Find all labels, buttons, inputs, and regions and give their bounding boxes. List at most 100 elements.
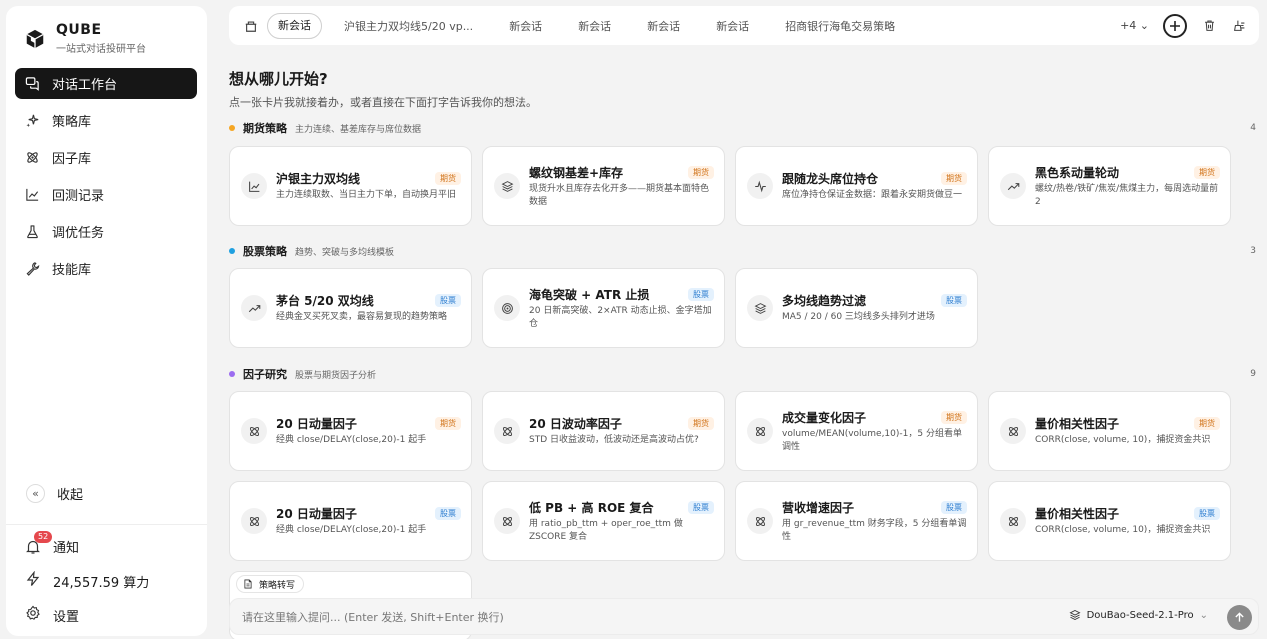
- factor-card[interactable]: 低 PB + 高 ROE 复合 用 ratio_pb_ttm + oper_ro…: [482, 481, 725, 561]
- tab-session[interactable]: 沪银主力双均线5/20 vp...: [326, 18, 491, 34]
- card-description: volume/MEAN(volume,10)-1，5 分组看单调性: [782, 429, 962, 452]
- tab-session[interactable]: 新会话: [491, 18, 560, 34]
- send-button[interactable]: [1227, 605, 1252, 630]
- line-chart-icon: [241, 173, 267, 199]
- sidebar-item-strategies[interactable]: 策略库: [15, 105, 197, 136]
- chevron-down-icon: ⌄: [1199, 609, 1208, 621]
- stock-tag: 股票: [435, 507, 461, 520]
- delete-session-button[interactable]: [1201, 18, 1217, 34]
- card-title: 20 日波动率因子: [529, 417, 622, 431]
- sidebar-item-backtests[interactable]: 回测记录: [15, 179, 197, 210]
- tab-session[interactable]: 招商银行海龟交易策略: [767, 18, 913, 34]
- sidebar-item-chat-workbench[interactable]: 对话工作台: [15, 68, 197, 99]
- factor-card[interactable]: 20 日波动率因子 STD 日收益波动，低波动还是高波动占优? 期货: [482, 391, 725, 471]
- plus-icon: [1170, 20, 1180, 31]
- sidebar-item-label: 对话工作台: [52, 78, 118, 93]
- strategy-card[interactable]: 螺纹钢基差+库存 现货升水且库存去化开多——期货基本面特色数据 期货: [482, 146, 725, 226]
- broom-icon: [1233, 20, 1244, 31]
- tab-session[interactable]: 新会话: [629, 18, 698, 34]
- factor-card[interactable]: 营收增速因子 用 gr_revenue_ttm 财务字段，5 分组看单调性 股票: [735, 481, 978, 561]
- session-tab-bar: 新会话 沪银主力双均线5/20 vp... 新会话 新会话 新会话 新会话 招商…: [229, 6, 1259, 45]
- brand-subtitle: 一站式对话投研平台: [56, 44, 146, 55]
- sidebar-item-tuning[interactable]: 调优任务: [15, 216, 197, 247]
- section-count: 9: [1250, 369, 1256, 379]
- futures-tag: 期货: [435, 417, 461, 430]
- section-count: 3: [1250, 246, 1256, 256]
- lightning-icon: [25, 570, 41, 591]
- futures-tag: 期货: [941, 411, 967, 424]
- sidebar-nav: 对话工作台 策略库 因子库 回测记录 调优任务 技能库: [15, 68, 197, 290]
- collapse-sidebar-button[interactable]: « 收起: [26, 484, 83, 503]
- sidebar-item-skills[interactable]: 技能库: [15, 253, 197, 284]
- factor-card[interactable]: 20 日动量因子 经典 close/DELAY(close,20)-1 起手 股…: [229, 481, 472, 561]
- card-title: 沪银主力双均线: [276, 172, 361, 186]
- card-title: 成交量变化因子: [782, 411, 867, 425]
- card-title: 量价相关性因子: [1035, 507, 1120, 521]
- brand[interactable]: QUBE 一站式对话投研平台: [24, 22, 146, 55]
- page-subtitle: 点一张卡片我就接着办，或者直接在下面打字告诉我你的想法。: [229, 96, 537, 109]
- card-description: 用 ratio_pb_ttm + oper_roe_ttm 做 ZSCORE 复…: [529, 519, 683, 542]
- futures-tag: 期货: [941, 172, 967, 185]
- strategy-card[interactable]: 多均线趋势过滤 MA5 / 20 / 60 三均线多头排列才进场 股票: [735, 268, 978, 348]
- bell-icon: 52: [25, 530, 53, 555]
- more-tabs-dropdown[interactable]: +4 ⌄: [1120, 19, 1149, 32]
- arrow-up-icon: [1235, 612, 1244, 622]
- notifications-button[interactable]: 52 通知: [25, 530, 79, 556]
- toggle-panel-button[interactable]: [1231, 18, 1247, 34]
- stock-tag: 股票: [941, 501, 967, 514]
- strategy-card[interactable]: 茅台 5/20 双均线 经典金叉买死叉卖，最容易复现的趋势策略 股票: [229, 268, 472, 348]
- settings-label: 设置: [53, 609, 80, 625]
- section-description: 趋势、突破与多均线模板: [295, 247, 395, 258]
- model-name: DouBao-Seed-2.1-Pro: [1086, 609, 1194, 621]
- tab-session[interactable]: 新会话: [560, 18, 629, 34]
- model-selector[interactable]: DouBao-Seed-2.1-Pro ⌄: [1069, 609, 1208, 621]
- card-description: CORR(close, volume, 10)，捕捉资金共识: [1035, 525, 1211, 535]
- strategy-card[interactable]: 黑色系动量轮动 螺纹/热卷/铁矿/焦炭/焦煤主力，每周选动量前 2 期货: [988, 146, 1231, 226]
- strategy-transcribe-label: 策略转写: [259, 580, 296, 591]
- atom-icon: [494, 418, 520, 444]
- section-title: 因子研究: [243, 368, 287, 381]
- card-title: 低 PB + 高 ROE 复合: [529, 501, 654, 515]
- compute-balance-label: 24,557.59 算力: [53, 575, 150, 591]
- trend-up-icon: [1000, 173, 1026, 199]
- chat-input[interactable]: [242, 607, 942, 627]
- sidebar: QUBE 一站式对话投研平台 对话工作台 策略库 因子库 回测记录 调优任务 技…: [6, 6, 207, 636]
- card-title: 营收增速因子: [782, 501, 855, 515]
- futures-tag: 期货: [688, 166, 714, 179]
- chevrons-left-icon: «: [26, 484, 45, 503]
- factor-card[interactable]: 成交量变化因子 volume/MEAN(volume,10)-1，5 分组看单调…: [735, 391, 978, 471]
- card-title: 海龟突破 + ATR 止损: [529, 288, 650, 302]
- sidebar-item-factors[interactable]: 因子库: [15, 142, 197, 173]
- card-title: 多均线趋势过滤: [782, 294, 867, 308]
- futures-tag: 期货: [688, 417, 714, 430]
- factor-card[interactable]: 20 日动量因子 经典 close/DELAY(close,20)-1 起手 期…: [229, 391, 472, 471]
- card-description: 经典 close/DELAY(close,20)-1 起手: [276, 525, 427, 535]
- line-chart-icon: [25, 187, 40, 202]
- card-description: 席位净持仓保证金数据：跟着永安期货做豆一: [782, 190, 963, 200]
- new-session-button[interactable]: [1163, 13, 1187, 38]
- stock-tag: 股票: [941, 294, 967, 307]
- strategy-card[interactable]: 海龟突破 + ATR 止损 20 日新高突破、2×ATR 动态止损、金字塔加仓 …: [482, 268, 725, 348]
- section-title: 期货策略: [243, 122, 287, 135]
- factor-card[interactable]: 量价相关性因子 CORR(close, volume, 10)，捕捉资金共识 股…: [988, 481, 1231, 561]
- card-description: MA5 / 20 / 60 三均线多头排列才进场: [782, 312, 935, 322]
- strategy-card[interactable]: 跟随龙头席位持仓 席位净持仓保证金数据：跟着永安期货做豆一 期货: [735, 146, 978, 226]
- futures-tag: 期货: [1194, 417, 1220, 430]
- sidebar-item-label: 回测记录: [52, 189, 105, 204]
- compute-balance[interactable]: 24,557.59 算力: [25, 570, 150, 591]
- chat-input-bar: DouBao-Seed-2.1-Pro ⌄: [229, 598, 1259, 635]
- tab-session-active[interactable]: 新会话: [267, 12, 322, 39]
- document-icon: [244, 579, 252, 589]
- strategy-transcribe-chip[interactable]: 策略转写: [236, 575, 305, 593]
- settings-button[interactable]: 设置: [25, 605, 79, 625]
- factor-card[interactable]: 量价相关性因子 CORR(close, volume, 10)，捕捉资金共识 期…: [988, 391, 1231, 471]
- home-icon[interactable]: [243, 18, 259, 34]
- section-description: 主力连续、基差库存与席位数据: [295, 124, 422, 135]
- atom-icon: [747, 508, 773, 534]
- tab-session[interactable]: 新会话: [698, 18, 767, 34]
- strategy-card[interactable]: 沪银主力双均线 主力连续取数、当日主力下单，自动换月平旧 期货: [229, 146, 472, 226]
- futures-tag: 期货: [1194, 166, 1220, 179]
- section-header-stocks: 股票策略 趋势、突破与多均线模板 3: [229, 244, 1259, 258]
- section-count: 4: [1250, 123, 1256, 133]
- stock-tag: 股票: [1194, 507, 1220, 520]
